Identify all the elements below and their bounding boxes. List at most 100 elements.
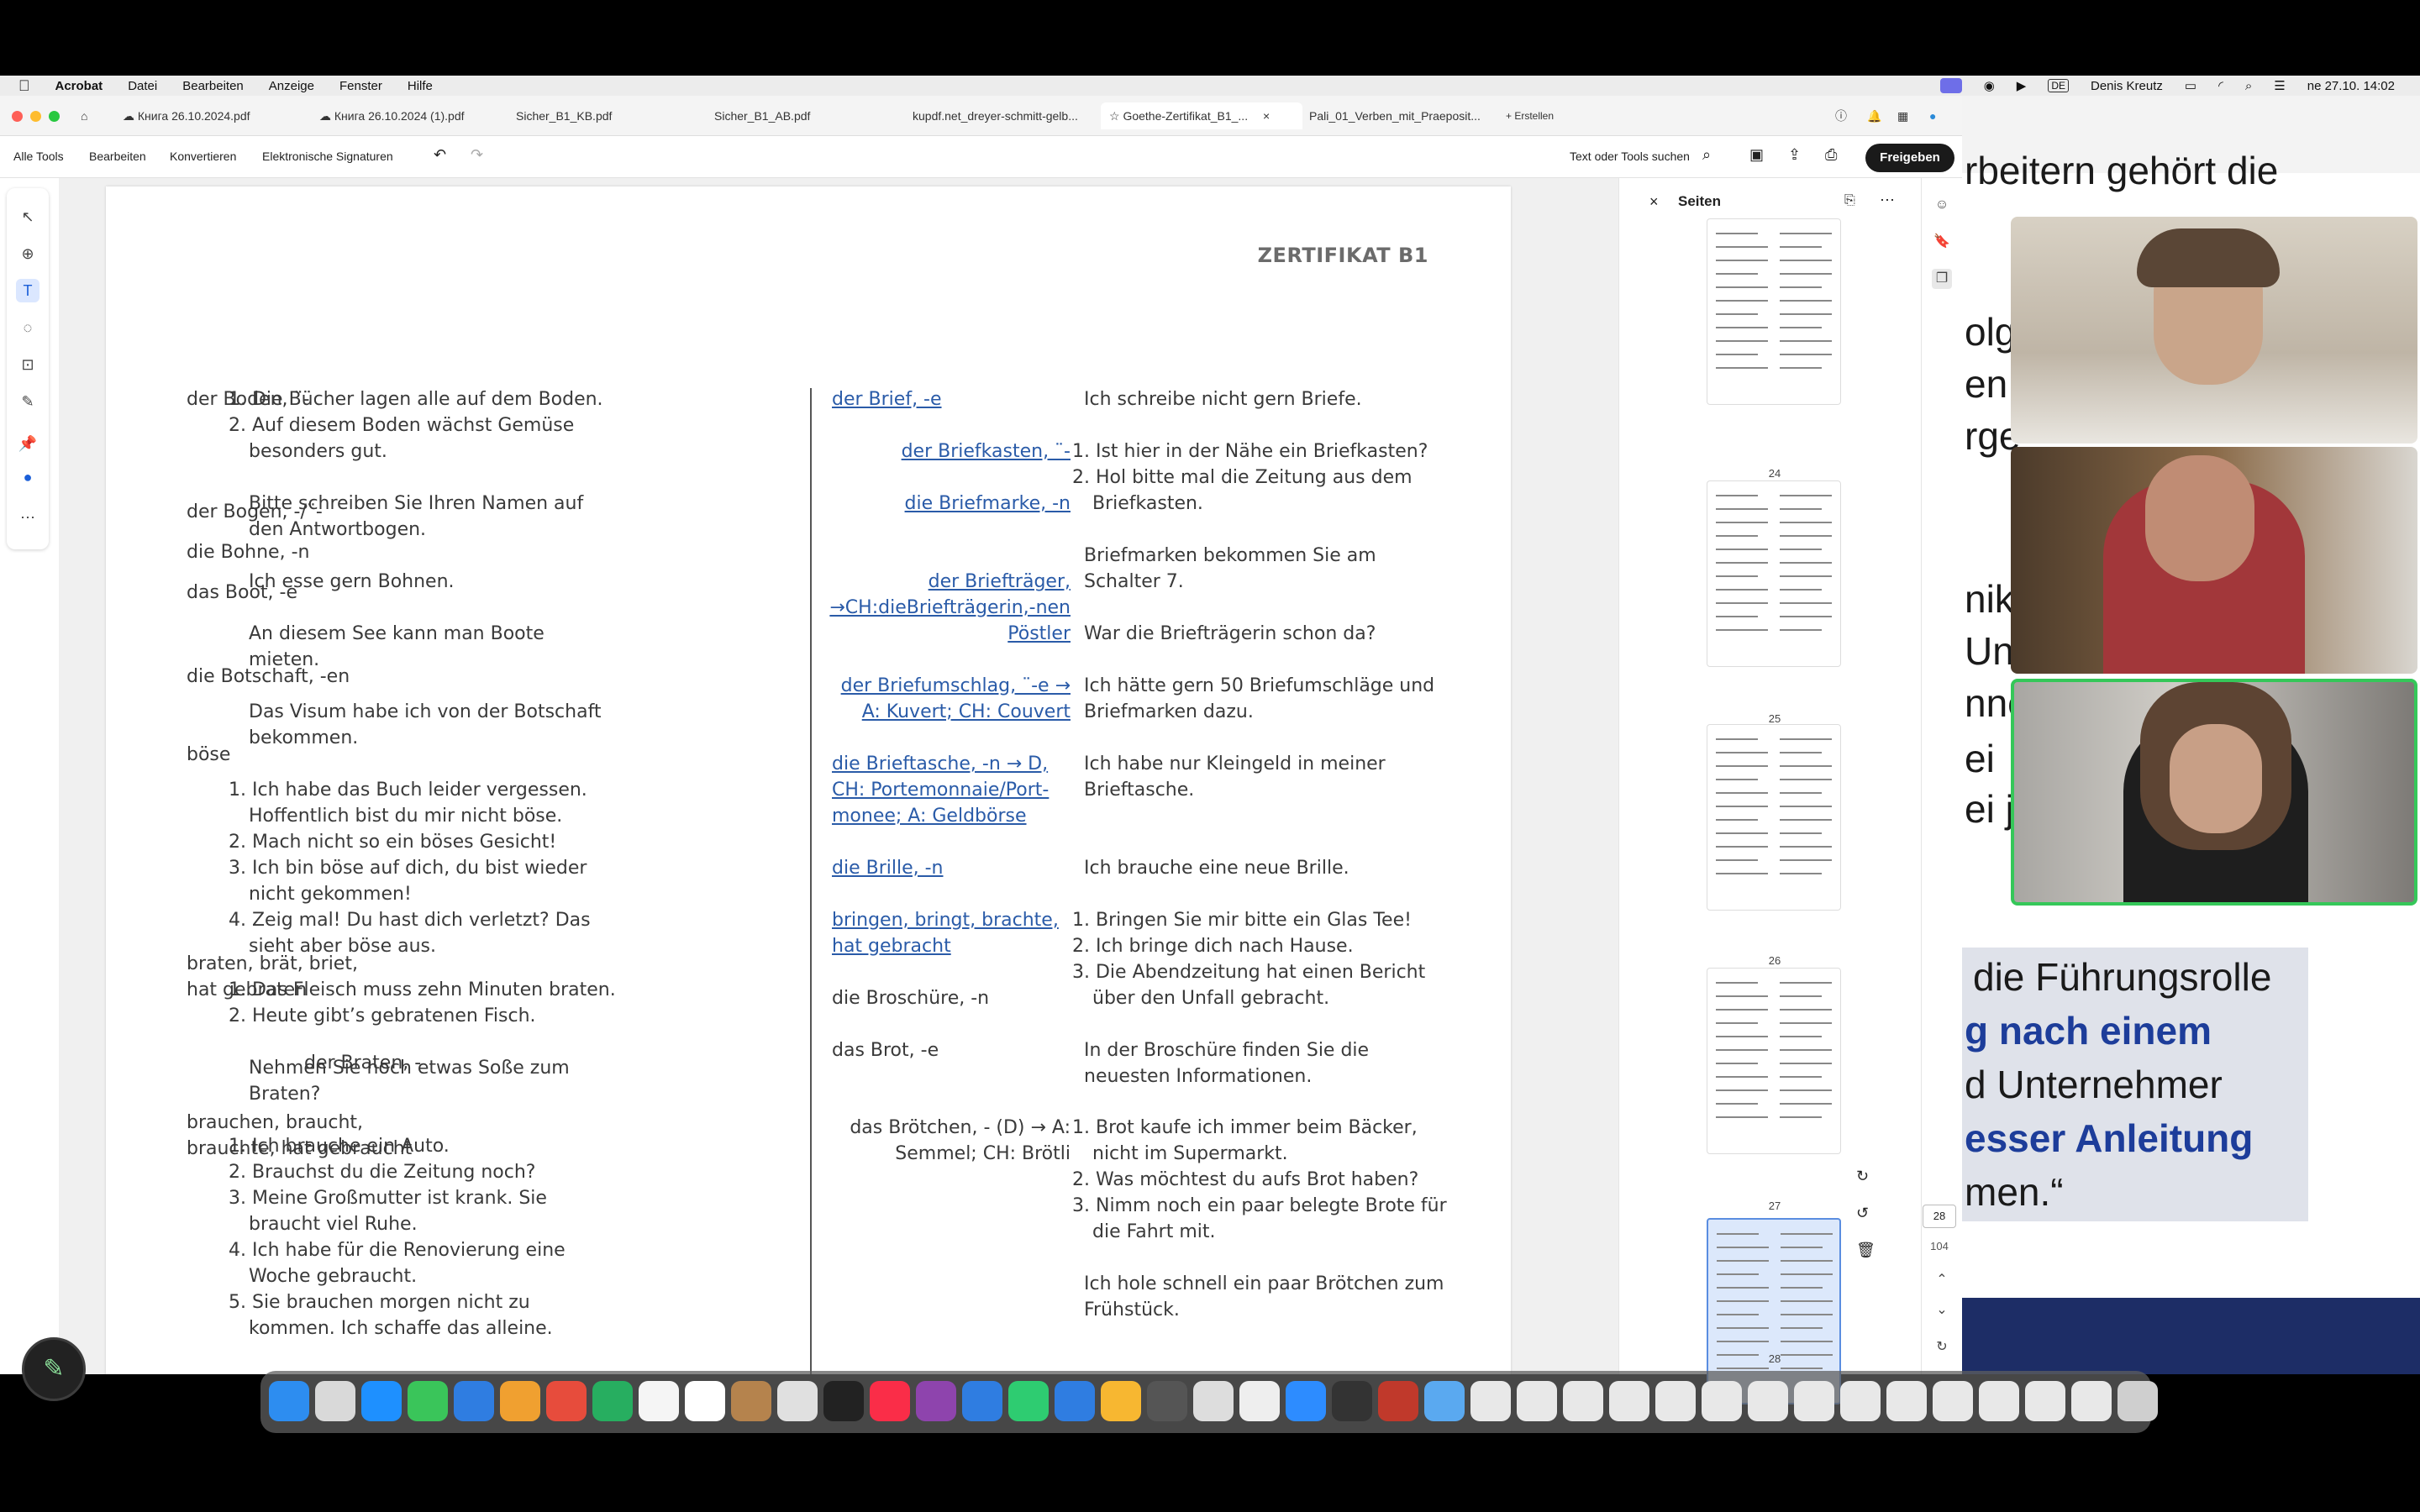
apple-icon[interactable]:  (18, 77, 30, 95)
headword-link[interactable]: monee; A: Geldbörse (832, 803, 1027, 829)
help-icon[interactable]: ⓘ (1835, 102, 1847, 129)
tab-2[interactable]: ☁ Книга 26.10.2024 (1).pdf (319, 102, 487, 129)
control-center-icon[interactable]: ☰ (2274, 78, 2285, 93)
more-options-icon[interactable]: ⋯ (1880, 192, 1895, 209)
all-tools-button[interactable]: Alle Tools (13, 150, 64, 163)
calculator-icon[interactable] (1332, 1381, 1372, 1421)
menu-hilfe[interactable]: Hilfe (408, 79, 433, 93)
music-icon[interactable] (870, 1381, 910, 1421)
zoom-tool-icon[interactable]: ⊕ (16, 242, 39, 265)
page-down-icon[interactable]: ⌄ (1932, 1300, 1952, 1320)
messages-icon[interactable] (408, 1381, 448, 1421)
menu-datei[interactable]: Datei (128, 79, 157, 93)
page-thumbnail[interactable] (1707, 968, 1841, 1154)
document-thumbnail-icon[interactable] (1840, 1381, 1881, 1421)
maps-icon[interactable] (500, 1381, 540, 1421)
headword-link[interactable]: die Briefmarke, -n (905, 491, 1071, 517)
tab-1[interactable]: ☁ Книга 26.10.2024.pdf (123, 102, 266, 129)
zoom-window-button[interactable] (49, 111, 60, 122)
more-tools-icon[interactable]: ⋯ (16, 506, 39, 529)
document-thumbnail-icon[interactable] (1609, 1381, 1649, 1421)
play-icon[interactable]: ▶ (2017, 78, 2027, 93)
pages-icon[interactable]: ❐ (1932, 269, 1952, 289)
insert-page-icon[interactable]: ⎘ (1844, 193, 1855, 208)
refresh-icon[interactable]: ↻ (1932, 1337, 1952, 1357)
menu-bearbeiten[interactable]: Bearbeiten (182, 79, 244, 93)
clock[interactable]: ne 27.10. 14:02 (2307, 79, 2395, 93)
minimize-window-button[interactable] (30, 111, 41, 122)
redo-icon[interactable]: ↷ (471, 146, 483, 164)
comment-icon[interactable]: ☺ (1932, 195, 1952, 215)
undo-icon[interactable]: ↶ (434, 146, 446, 164)
apple-tv-icon[interactable] (823, 1381, 864, 1421)
text-tool-icon[interactable]: T (16, 279, 39, 302)
headword-link[interactable]: der Briefkasten, ¨- (902, 438, 1071, 465)
apps-grid-icon[interactable]: ▦ (1897, 102, 1908, 129)
share-button[interactable]: Freigeben (1865, 144, 1954, 172)
page-thumbnail[interactable] (1707, 724, 1841, 911)
pin-tool-icon[interactable]: 📌 (16, 432, 39, 455)
headword-link[interactable]: Pöstler (1007, 621, 1071, 647)
zoom-icon[interactable] (1286, 1381, 1326, 1421)
close-panel-icon[interactable]: × (1649, 193, 1659, 211)
document-thumbnail-icon[interactable] (2071, 1381, 2112, 1421)
battery-icon[interactable]: ▭ (2185, 78, 2196, 93)
convert-button[interactable]: Konvertieren (170, 150, 236, 163)
numbers-icon[interactable] (1008, 1381, 1049, 1421)
headword-link[interactable]: die Brille, -n (832, 855, 943, 881)
print-icon[interactable]: ⎙ (1825, 146, 1837, 164)
video-participant-3-speaking[interactable] (2011, 679, 2417, 906)
notes-icon[interactable] (639, 1381, 679, 1421)
document-thumbnail-icon[interactable] (1517, 1381, 1557, 1421)
acrobat-icon[interactable] (1378, 1381, 1418, 1421)
keynote-icon[interactable] (962, 1381, 1002, 1421)
document-thumbnail-icon[interactable] (1794, 1381, 1834, 1421)
pages-icon[interactable] (1101, 1381, 1141, 1421)
tab-3[interactable]: Sicher_B1_KB.pdf (516, 102, 650, 129)
document-area[interactable]: ZERTIFIKAT B1 der Boden, ¨- der Bogen, -/… (59, 178, 1706, 1374)
upload-icon[interactable]: ⇪ (1788, 146, 1801, 164)
tools-search[interactable]: Text oder Tools suchen (1570, 150, 1690, 163)
launchpad-icon[interactable] (315, 1381, 355, 1421)
document-thumbnail-icon[interactable] (1979, 1381, 2019, 1421)
wifi-icon[interactable]: ◜ (2218, 78, 2223, 93)
tab-active[interactable]: ☆ Goethe-Zertifikat_B1_... × (1101, 102, 1302, 129)
edit-button[interactable]: Bearbeiten (89, 150, 146, 163)
select-tool-icon[interactable]: ↖ (16, 205, 39, 228)
screen-record-icon[interactable]: ◉ (1984, 78, 1995, 93)
calendar-icon[interactable] (685, 1381, 725, 1421)
tab-7[interactable]: Pali_01_Verben_mit_Praeposit... (1309, 102, 1494, 129)
headword-link[interactable]: →CH:dieBriefträgerin,-nen (829, 595, 1071, 621)
user-name[interactable]: Denis Kreutz (2091, 79, 2163, 93)
document-thumbnail-icon[interactable] (1470, 1381, 1511, 1421)
rotate-right-icon[interactable]: ↻ (1856, 1168, 1869, 1185)
menu-anzeige[interactable]: Anzeige (269, 79, 314, 93)
save-icon[interactable]: ▣ (1749, 146, 1764, 164)
page-up-icon[interactable]: ⌃ (1932, 1270, 1952, 1290)
document-thumbnail-icon[interactable] (1748, 1381, 1788, 1421)
contacts-icon[interactable] (731, 1381, 771, 1421)
delete-page-icon[interactable]: 🗑 (1856, 1242, 1876, 1259)
headword-link[interactable]: bringen, bringt, brachte, (832, 907, 1059, 933)
headword-link[interactable]: CH: Portemonnaie/Port- (832, 777, 1049, 803)
page-number-input[interactable]: 28 (1923, 1205, 1956, 1228)
rotate-left-icon[interactable]: ↺ (1856, 1205, 1869, 1222)
document-thumbnail-icon[interactable] (1563, 1381, 1603, 1421)
reminders-icon[interactable] (777, 1381, 818, 1421)
headword-link[interactable]: der Briefumschlag, ¨-e → (841, 673, 1071, 699)
mail-icon[interactable] (454, 1381, 494, 1421)
document-thumbnail-icon[interactable] (1702, 1381, 1742, 1421)
document-thumbnail-icon[interactable] (1886, 1381, 1927, 1421)
bell-icon[interactable]: 🔔 (1867, 102, 1881, 129)
zoom-status-icon[interactable] (1939, 78, 1962, 93)
video-participant-1[interactable] (2011, 217, 2417, 444)
close-window-button[interactable] (12, 111, 23, 122)
safari-icon[interactable] (361, 1381, 402, 1421)
home-icon[interactable]: ⌂ (81, 102, 87, 129)
downloads-folder-icon[interactable] (1424, 1381, 1465, 1421)
facetime-icon[interactable] (592, 1381, 633, 1421)
headword-link[interactable]: der Briefträger, (929, 569, 1071, 595)
finder-icon[interactable] (269, 1381, 309, 1421)
new-tab-button[interactable]: + Erstellen (1506, 102, 1554, 129)
pdf-expert-icon[interactable] (1239, 1381, 1280, 1421)
